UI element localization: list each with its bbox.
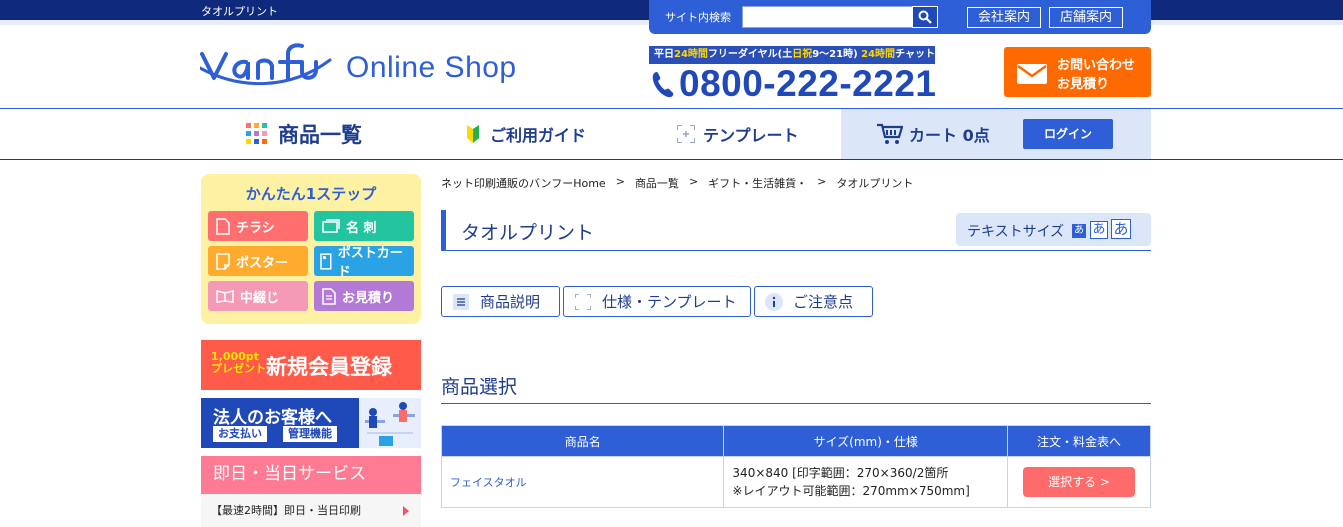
search-button[interactable]: [912, 6, 938, 28]
product-spec: 340×840 [印字範囲：270×360/2箇所 ※レイアウト可能範囲：270…: [723, 456, 1009, 508]
register-points: 1,000pt プレゼント: [211, 350, 266, 375]
breadcrumb-products[interactable]: 商品一覧: [635, 175, 679, 191]
phone-block[interactable]: 平日24時間フリーダイヤル(土日祝9〜21時) 24時間チャット 0800-22…: [649, 46, 937, 104]
table-row: フェイスタオル 340×840 [印字範囲：270×360/2箇所 ※レイアウト…: [440, 456, 1151, 508]
register-text: 新規会員登録: [266, 355, 392, 379]
product-table: 商品名 サイズ(mm)・仕様 注文・料金表へ フェイスタオル 340×840 […: [440, 425, 1151, 508]
shop-name: Online Shop: [346, 51, 517, 84]
nav-cart-area: カート 0点 ログイン: [841, 109, 1151, 159]
cart-link[interactable]: カート 0点: [877, 122, 990, 146]
breadcrumb-current: タオルプリント: [836, 177, 914, 190]
template-icon: [677, 125, 695, 143]
cart-icon: [877, 123, 903, 144]
step-businesscard-button[interactable]: 名 刺: [314, 211, 414, 241]
breadcrumb-separator: >: [688, 175, 699, 188]
same-day-heading: 即日・当日サービス: [201, 456, 421, 494]
nav-guide[interactable]: ご利用ガイド: [466, 109, 586, 159]
text-size-small[interactable]: あ: [1072, 224, 1086, 238]
phone-icon: [652, 72, 674, 98]
contact-button[interactable]: お問い合わせ お見積り: [1004, 47, 1151, 97]
tab-product-description[interactable]: 商品説明: [441, 286, 560, 317]
nav-template[interactable]: テンプレート: [677, 109, 799, 159]
search-icon: [918, 10, 932, 24]
contact-line1: お問い合わせ: [1057, 58, 1136, 73]
select-button[interactable]: 選択する >: [1023, 467, 1136, 497]
step-title: かんたん1ステップ: [245, 185, 377, 203]
booklet-icon: [216, 290, 234, 303]
same-day-link[interactable]: 【最速2時間】即日・当日印刷: [201, 494, 421, 527]
tab-spec-template[interactable]: 仕様・テンプレート: [563, 286, 751, 317]
search-bar: サイト内検索 会社案内 店舗案内: [649, 0, 1151, 34]
store-link[interactable]: 店舗案内: [1049, 7, 1124, 28]
template-icon: [574, 293, 592, 311]
order-cell: 選択する >: [1007, 456, 1151, 508]
arrow-right-icon: [403, 506, 409, 516]
breadcrumb: ネット印刷通販のバンフーHome > 商品一覧 > ギフト・生活雑貨・ > タオ…: [441, 175, 913, 191]
text-size-control: テキストサイズ あ あ あ: [956, 213, 1151, 246]
login-button[interactable]: ログイン: [1023, 119, 1113, 149]
postcard-icon: [320, 252, 332, 270]
corporate-tag-management: 管理機能: [283, 426, 337, 442]
estimate-icon: [322, 287, 336, 305]
corporate-title: 法人のお客様へ: [213, 408, 332, 428]
breadcrumb-home[interactable]: ネット印刷通販のバンフーHome: [441, 175, 606, 191]
phone-hours: 平日24時間フリーダイヤル(土日祝9〜21時) 24時間チャット: [649, 46, 935, 64]
corporate-banner[interactable]: 法人のお客様へ お支払い 管理機能: [201, 398, 421, 448]
phone-number: 0800-222-2221: [651, 63, 937, 105]
breadcrumb-gift[interactable]: ギフト・生活雑貨・: [708, 175, 807, 191]
beginner-mark-icon: [467, 125, 479, 143]
page-title: タオルプリント: [461, 222, 595, 244]
product-name-link[interactable]: フェイスタオル: [440, 456, 725, 508]
column-product-name: 商品名: [440, 425, 725, 457]
business-card-icon: [322, 219, 340, 233]
column-order: 注文・料金表へ: [1007, 425, 1151, 457]
tab-notes[interactable]: ご注意点: [754, 286, 873, 317]
contact-line2: お見積り: [1057, 77, 1110, 92]
flyer-icon: [216, 217, 230, 235]
breadcrumb-separator: >: [615, 175, 625, 188]
office-illustration: [359, 398, 421, 448]
global-nav: 商品一覧 ご利用ガイド テンプレート カート 0点 ログイン: [0, 108, 1343, 160]
table-header-row: 商品名 サイズ(mm)・仕様 注文・料金表へ: [440, 425, 1151, 457]
mail-icon: [1017, 64, 1047, 84]
one-step-box: かんたん1ステップ チラシ 名 刺 ポスター ポストカード 中綴じ お見積り: [201, 174, 421, 324]
text-size-large[interactable]: あ: [1111, 219, 1131, 239]
step-saddle-stitch-button[interactable]: 中綴じ: [208, 281, 308, 311]
grid-icon: [246, 123, 267, 144]
corporate-tag-payment: お支払い: [213, 426, 267, 442]
register-banner[interactable]: 1,000pt プレゼント 新規会員登録: [201, 340, 421, 390]
search-label: サイト内検索: [665, 11, 731, 24]
product-selection-heading: 商品選択: [441, 372, 1151, 404]
company-link[interactable]: 会社案内: [967, 7, 1042, 28]
list-icon: [452, 293, 470, 311]
poster-icon: [216, 252, 230, 270]
column-size-spec: サイズ(mm)・仕様: [723, 425, 1009, 457]
text-size-label: テキストサイズ: [967, 224, 1065, 240]
search-input[interactable]: [742, 6, 913, 28]
info-icon: [765, 292, 783, 311]
same-day-link-label: 【最速2時間】即日・当日印刷: [211, 504, 361, 517]
step-estimate-button[interactable]: お見積り: [314, 281, 414, 311]
site-logo[interactable]: Online Shop: [200, 40, 517, 96]
vanfu-logo-icon: [200, 43, 332, 86]
strip-title: タオルプリント: [201, 5, 278, 18]
step-poster-button[interactable]: ポスター: [208, 246, 308, 276]
step-flyer-button[interactable]: チラシ: [208, 211, 308, 241]
nav-products[interactable]: 商品一覧: [246, 109, 362, 159]
breadcrumb-separator: >: [817, 175, 827, 188]
text-size-medium[interactable]: あ: [1090, 221, 1108, 239]
step-postcard-button[interactable]: ポストカード: [314, 246, 414, 280]
